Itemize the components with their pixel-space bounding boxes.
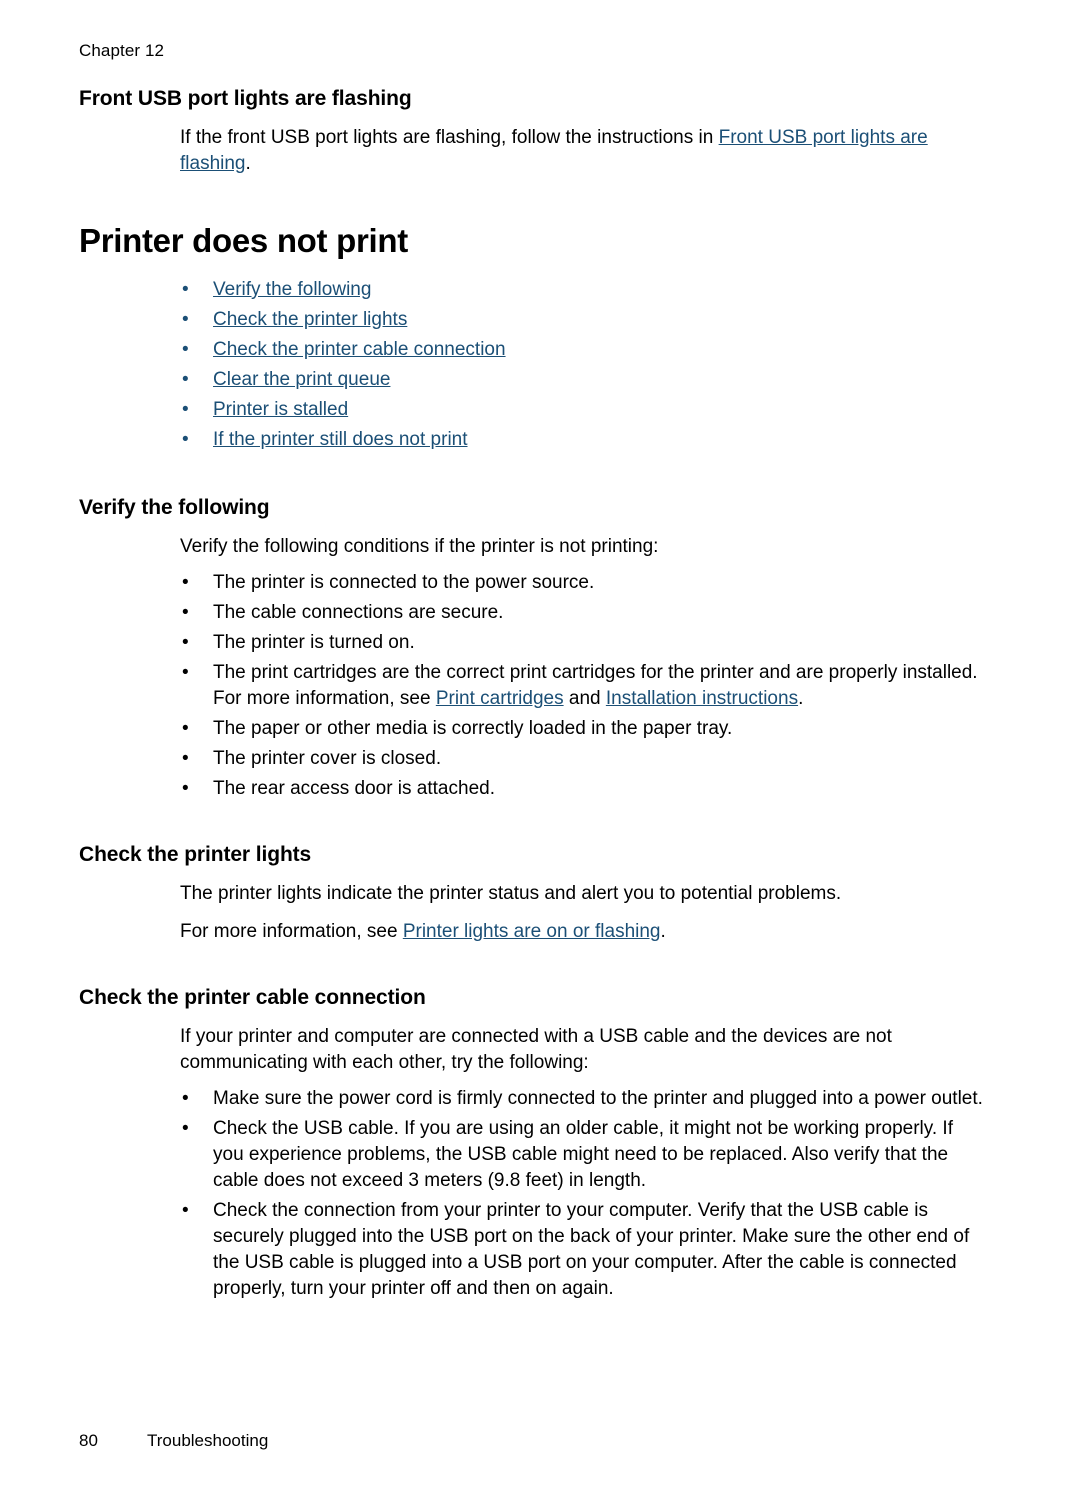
link-installation-instructions[interactable]: Installation instructions xyxy=(606,688,798,709)
list-item-text: Check the connection from your printer t… xyxy=(213,1200,970,1299)
front-usb-body-suffix: . xyxy=(245,153,251,174)
link-printer-is-stalled[interactable]: Printer is stalled xyxy=(213,399,348,420)
bullet-icon: • xyxy=(182,339,189,360)
list-item-text: The paper or other media is correctly lo… xyxy=(213,718,733,739)
paragraph-cable-connection-intro: If your printer and computer are connect… xyxy=(180,1026,892,1073)
list-item: • The cable connections are secure. xyxy=(180,600,984,626)
page-content: Front USB port lights are flashing If th… xyxy=(79,86,984,1306)
list-item: • Check the printer cable connection xyxy=(180,335,984,365)
list-item: • Printer is stalled xyxy=(180,395,984,425)
list-item: • Clear the print queue xyxy=(180,365,984,395)
verify-the-following-list: • The printer is connected to the power s… xyxy=(79,570,984,802)
paragraph-printer-lights-2: For more information, see Printer lights… xyxy=(79,919,984,945)
link-check-the-printer-lights[interactable]: Check the printer lights xyxy=(213,309,407,330)
heading-printer-does-not-print: Printer does not print xyxy=(79,222,408,259)
bullet-icon: • xyxy=(182,369,189,390)
paragraph-front-usb-body: If the front USB port lights are flashin… xyxy=(79,125,984,177)
footer-page-number: 80 xyxy=(79,1431,98,1450)
bullet-icon: • xyxy=(182,778,189,799)
bullet-icon: • xyxy=(182,429,189,450)
list-item-text: Check the USB cable. If you are using an… xyxy=(213,1118,953,1191)
list-item: • Verify the following xyxy=(180,275,984,305)
bullet-icon: • xyxy=(182,572,189,593)
list-item-text: The printer is connected to the power so… xyxy=(213,572,595,593)
document-page: Chapter 12 Front USB port lights are fla… xyxy=(0,0,1080,1495)
list-item-text: The printer is turned on. xyxy=(213,632,415,653)
list-item-more-info: For more information, see Print cartridg… xyxy=(213,686,984,712)
bullet-icon: • xyxy=(182,602,189,623)
list-item: • Check the USB cable. If you are using a… xyxy=(180,1116,984,1194)
link-verify-the-following[interactable]: Verify the following xyxy=(213,279,371,300)
bullet-icon: • xyxy=(182,1088,189,1109)
list-item: • The paper or other media is correctly l… xyxy=(180,716,984,742)
cable-connection-list: • Make sure the power cord is firmly conn… xyxy=(79,1086,984,1302)
paragraph-verify-intro: Verify the following conditions if the p… xyxy=(180,536,659,557)
list-item: • The printer cover is closed. xyxy=(180,746,984,772)
paragraph-printer-lights-1: The printer lights indicate the printer … xyxy=(180,883,842,904)
heading-check-the-printer-cable-connection: Check the printer cable connection xyxy=(79,986,426,1009)
printer-does-not-print-link-list: • Verify the following • Check the printer… xyxy=(79,275,984,455)
list-item: • The rear access door is attached. xyxy=(180,776,984,802)
list-item-text: Make sure the power cord is firmly conne… xyxy=(213,1088,983,1109)
bullet-icon: • xyxy=(182,662,189,683)
page-footer: 80 Troubleshooting xyxy=(79,1431,268,1451)
list-item: • The printer is connected to the power s… xyxy=(180,570,984,596)
bullet-icon: • xyxy=(182,279,189,300)
more-info-suffix: . xyxy=(798,688,804,709)
bullet-icon: • xyxy=(182,1118,189,1139)
list-item-text: The print cartridges are the correct pri… xyxy=(213,662,978,683)
bullet-icon: • xyxy=(182,718,189,739)
list-item: • Check the printer lights xyxy=(180,305,984,335)
heading-front-usb-port-lights: Front USB port lights are flashing xyxy=(79,87,412,110)
link-check-the-printer-cable-connection[interactable]: Check the printer cable connection xyxy=(213,339,506,360)
bullet-icon: • xyxy=(182,399,189,420)
list-item: • If the printer still does not print xyxy=(180,425,984,455)
link-clear-the-print-queue[interactable]: Clear the print queue xyxy=(213,369,390,390)
chapter-header: Chapter 12 xyxy=(79,41,165,60)
footer-label: Troubleshooting xyxy=(147,1431,269,1450)
printer-lights-more-info-prefix: For more information, see xyxy=(180,921,403,942)
more-info-mid: and xyxy=(563,688,606,709)
bullet-icon: • xyxy=(182,748,189,769)
bullet-icon: • xyxy=(182,309,189,330)
link-if-the-printer-still-does-not-print[interactable]: If the printer still does not print xyxy=(213,429,468,450)
link-print-cartridges[interactable]: Print cartridges xyxy=(436,688,564,709)
list-item-text: The printer cover is closed. xyxy=(213,748,442,769)
list-item: • The printer is turned on. xyxy=(180,630,984,656)
list-item-text: The cable connections are secure. xyxy=(213,602,504,623)
more-info-prefix: For more information, see xyxy=(213,688,436,709)
list-item: • Check the connection from your printer … xyxy=(180,1198,984,1302)
printer-lights-more-info-suffix: . xyxy=(660,921,666,942)
front-usb-body-prefix: If the front USB port lights are flashin… xyxy=(180,127,719,148)
heading-check-the-printer-lights: Check the printer lights xyxy=(79,843,312,866)
list-item: • Make sure the power cord is firmly conn… xyxy=(180,1086,984,1112)
link-printer-lights-are-on-or-flashing[interactable]: Printer lights are on or flashing xyxy=(403,921,661,942)
bullet-icon: • xyxy=(182,632,189,653)
list-item-text: The rear access door is attached. xyxy=(213,778,495,799)
heading-verify-the-following: Verify the following xyxy=(79,496,270,519)
list-item-print-cartridges: • The print cartridges are the correct p… xyxy=(180,660,984,712)
bullet-icon: • xyxy=(182,1200,189,1221)
